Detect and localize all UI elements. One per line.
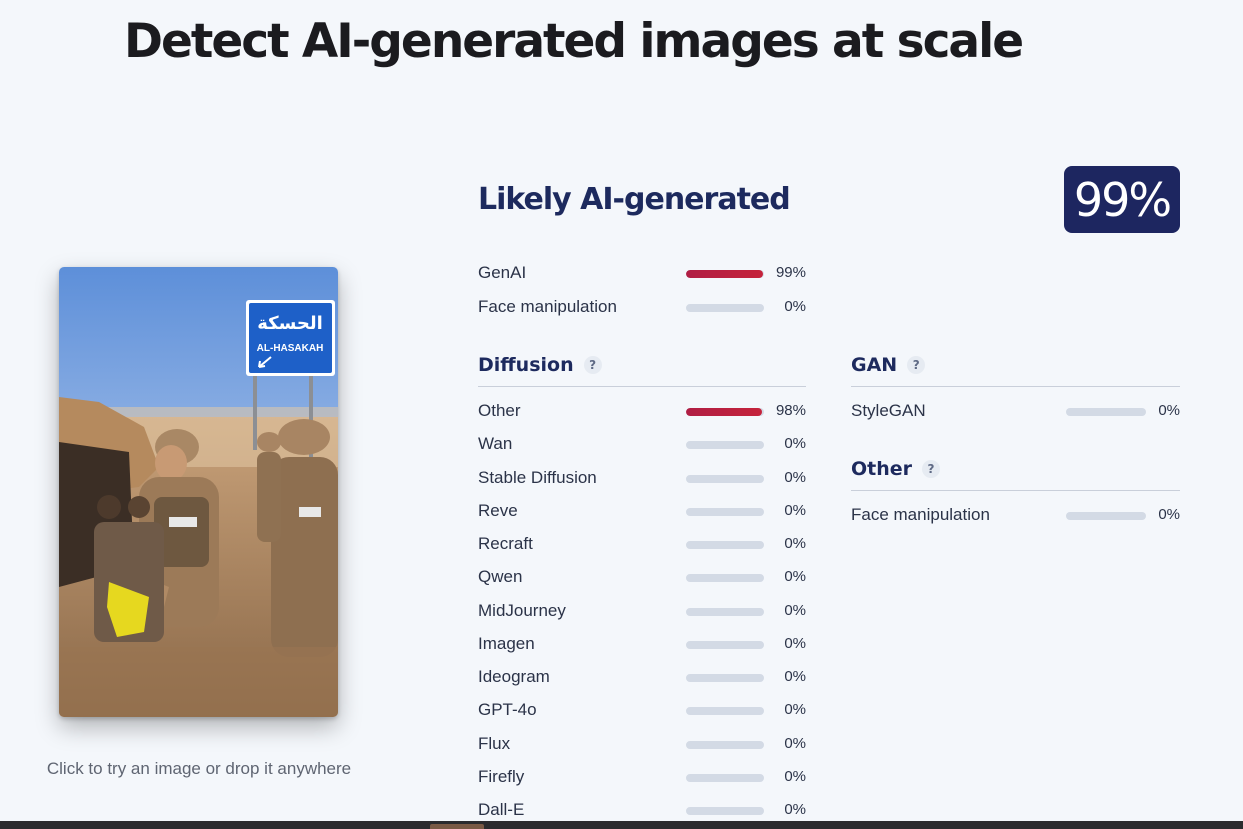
score-label: Imagen — [478, 634, 535, 653]
score-bar — [686, 807, 764, 815]
sign-arabic-text: الحسكة — [257, 313, 323, 334]
score-percent: 99% — [775, 264, 806, 281]
section-title-gan: GAN? — [851, 354, 926, 376]
section-divider — [851, 386, 1180, 387]
score-badge: 99% — [1064, 166, 1180, 233]
score-percent: 0% — [784, 735, 806, 752]
score-bar — [686, 475, 764, 483]
score-label: Flux — [478, 734, 511, 753]
help-icon[interactable]: ? — [922, 460, 941, 478]
score-row-face-manipulation: Face manipulation 0% — [478, 295, 808, 319]
help-icon[interactable]: ? — [583, 356, 602, 374]
score-bar — [686, 441, 764, 449]
score-label: GenAI — [478, 263, 527, 282]
score-bar — [686, 774, 764, 782]
score-label: Dall-E — [478, 800, 525, 819]
score-label: Qwen — [478, 567, 523, 586]
score-percent: 0% — [784, 602, 806, 619]
score-bar — [1066, 408, 1146, 416]
score-percent: 0% — [784, 298, 806, 315]
score-row-stable-diffusion: Stable Diffusion 0% — [478, 466, 808, 490]
score-label: Ideogram — [478, 667, 550, 686]
score-row-recraft: Recraft 0% — [478, 532, 808, 556]
score-bar — [686, 270, 764, 278]
score-bar — [686, 707, 764, 715]
score-row-ideogram: Ideogram 0% — [478, 665, 808, 689]
score-row-qwen: Qwen 0% — [478, 565, 808, 589]
score-row-dall-e: Dall-E 0% — [478, 798, 808, 822]
upload-hint: Click to try an image or drop it anywher… — [46, 759, 352, 778]
section-divider — [478, 386, 806, 387]
taskbar-strip — [0, 821, 1243, 829]
score-label: Reve — [478, 501, 518, 520]
score-percent: 0% — [784, 535, 806, 552]
uploaded-image-preview[interactable]: الحسكة AL-HASAKAH — [59, 267, 338, 717]
score-bar — [686, 641, 764, 649]
score-label: Wan — [478, 434, 513, 453]
score-label: GPT-4o — [478, 700, 537, 719]
score-percent: 0% — [784, 435, 806, 452]
sign-latin-text: AL-HASAKAH — [257, 343, 324, 354]
section-title-text: GAN — [851, 354, 898, 376]
score-percent: 0% — [1158, 506, 1180, 523]
score-label: Face manipulation — [478, 297, 617, 316]
score-row-firefly: Firefly 0% — [478, 765, 808, 789]
taskbar-tab[interactable] — [430, 824, 484, 829]
score-bar — [686, 741, 764, 749]
score-row-other-face-manipulation: Face manipulation 0% — [851, 503, 1181, 527]
score-bar — [1066, 512, 1146, 520]
verdict-title: Likely AI-generated — [478, 182, 791, 217]
section-title-diffusion: Diffusion? — [478, 354, 602, 376]
score-row-other: Other 98% — [478, 399, 808, 423]
section-title-text: Diffusion — [478, 354, 574, 376]
score-percent: 0% — [784, 668, 806, 685]
score-label: Firefly — [478, 767, 525, 786]
score-row-imagen: Imagen 0% — [478, 632, 808, 656]
score-bar — [686, 574, 764, 582]
score-label: MidJourney — [478, 601, 566, 620]
score-bar — [686, 304, 764, 312]
score-row-reve: Reve 0% — [478, 499, 808, 523]
score-bar — [686, 541, 764, 549]
score-label: StyleGAN — [851, 401, 926, 420]
score-percent: 0% — [784, 801, 806, 818]
score-bar-fill — [686, 408, 763, 416]
score-row-midjourney: MidJourney 0% — [478, 599, 808, 623]
score-row-flux: Flux 0% — [478, 732, 808, 756]
uploaded-photo: الحسكة AL-HASAKAH — [59, 267, 338, 717]
score-row-stylegan: StyleGAN 0% — [851, 399, 1181, 423]
score-bar — [686, 508, 764, 516]
score-percent: 0% — [1158, 402, 1180, 419]
score-percent: 0% — [784, 469, 806, 486]
score-percent: 0% — [784, 768, 806, 785]
score-percent: 0% — [784, 701, 806, 718]
section-title-text: Other — [851, 458, 913, 480]
score-row-wan: Wan 0% — [478, 432, 808, 456]
score-label: Stable Diffusion — [478, 468, 597, 487]
score-label: Face manipulation — [851, 505, 990, 524]
score-percent: 0% — [784, 635, 806, 652]
score-percent: 98% — [775, 402, 806, 419]
score-bar — [686, 608, 764, 616]
score-percent: 0% — [784, 502, 806, 519]
help-icon[interactable]: ? — [907, 356, 926, 374]
section-title-other: Other? — [851, 458, 941, 480]
score-bar — [686, 408, 764, 416]
page-headline: Detect AI-generated images at scale — [124, 14, 1024, 69]
score-bar — [686, 674, 764, 682]
score-row-genai: GenAI 99% — [478, 261, 808, 285]
score-percent: 0% — [784, 568, 806, 585]
score-row-gpt-4o: GPT-4o 0% — [478, 698, 808, 722]
score-label: Recraft — [478, 534, 533, 553]
section-divider — [851, 490, 1180, 491]
score-label: Other — [478, 401, 521, 420]
score-bar-fill — [686, 270, 764, 278]
